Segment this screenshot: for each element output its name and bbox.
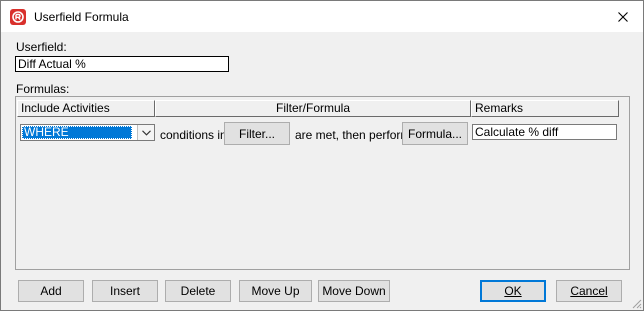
dropdown-button[interactable]	[137, 125, 154, 140]
column-header-include-activities[interactable]: Include Activities	[17, 100, 155, 117]
move-up-button[interactable]: Move Up	[239, 280, 312, 302]
delete-button[interactable]: Delete	[165, 280, 231, 302]
userfield-label: Userfield:	[16, 40, 67, 54]
formulas-grid: Include Activities Filter/Formula Remark…	[15, 96, 630, 270]
formulas-label: Formulas:	[16, 82, 70, 96]
column-header-filter-formula[interactable]: Filter/Formula	[155, 100, 471, 117]
remarks-input[interactable]	[472, 124, 617, 140]
column-header-remarks[interactable]: Remarks	[471, 100, 619, 117]
close-icon	[618, 11, 628, 22]
are-met-then-perform-text: are met, then perform	[295, 128, 411, 142]
formula-button[interactable]: Formula...	[402, 122, 468, 145]
include-activities-dropdown[interactable]: WHERE	[20, 124, 155, 141]
ok-button[interactable]: OK	[480, 280, 546, 302]
include-activities-value: WHERE	[22, 126, 132, 139]
title-bar: Userfield Formula	[1, 1, 643, 32]
conditions-in-text: conditions in	[160, 128, 227, 142]
filter-button[interactable]: Filter...	[224, 122, 290, 145]
resize-grip-icon[interactable]	[630, 297, 642, 309]
userfield-formula-dialog: Userfield Formula Userfield: Formulas: I…	[0, 0, 644, 311]
close-button[interactable]	[603, 1, 643, 32]
userfield-name-input[interactable]	[15, 56, 229, 72]
insert-button[interactable]: Insert	[92, 280, 158, 302]
cancel-button[interactable]: Cancel	[556, 280, 622, 302]
move-down-button[interactable]: Move Down	[318, 280, 390, 302]
add-button[interactable]: Add	[18, 280, 84, 302]
window-title: Userfield Formula	[34, 10, 129, 24]
app-logo-icon	[10, 9, 26, 25]
chevron-down-icon	[141, 129, 151, 136]
